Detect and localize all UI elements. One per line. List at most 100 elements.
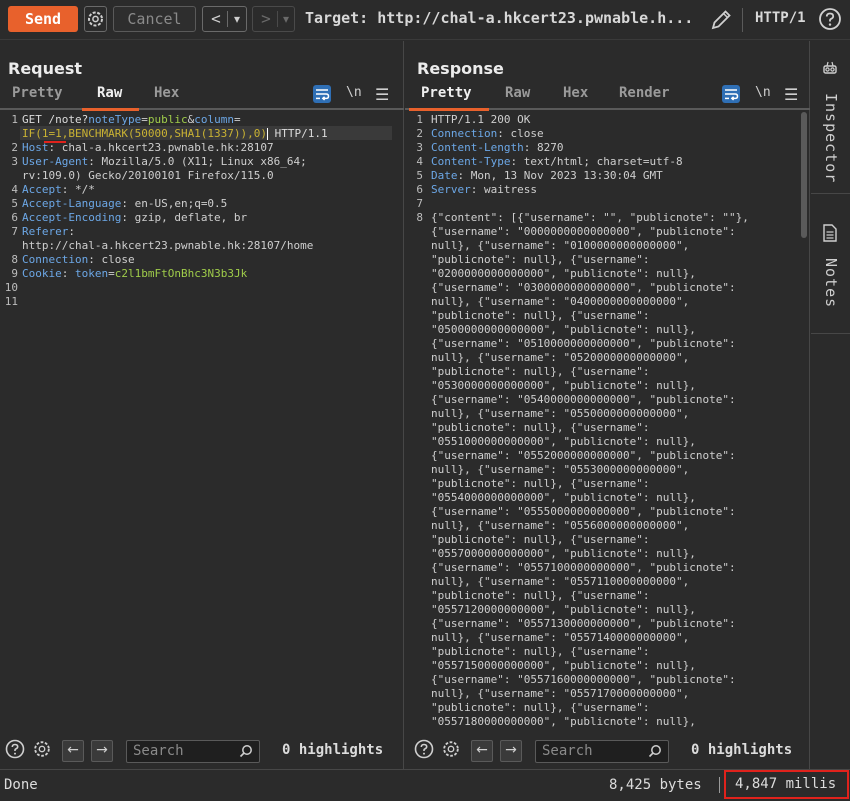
header-line: Accept-Encoding: gzip, deflate, br	[22, 211, 248, 224]
response-body-line: "0554000000000000", "publicnote": null},	[431, 491, 696, 504]
header-line: Connection: close	[22, 253, 135, 266]
header-line: rv:109.0) Gecko/20100101 Firefox/115.0	[22, 169, 274, 182]
inspector-icon	[823, 61, 837, 74]
response-body-line: "publicnote": null}, {"username":	[431, 645, 650, 658]
search-input[interactable]: Search	[535, 740, 669, 763]
search-input[interactable]: Search	[126, 740, 260, 763]
gear-icon[interactable]	[441, 739, 461, 759]
response-body-line: {"username": "0540000000000000", "public…	[431, 393, 736, 406]
right-sidebar: Inspector Notes	[811, 41, 850, 769]
search-icon	[239, 745, 252, 758]
back-arrow: <	[211, 9, 221, 28]
previous-match-button[interactable]: ←	[471, 740, 493, 762]
send-button[interactable]: Send	[8, 6, 78, 32]
response-body-line: "0557120000000000", "publicnote": null},	[431, 603, 696, 616]
back-button[interactable]: < ▾	[202, 6, 247, 32]
header-line: Referer:	[22, 225, 75, 238]
help-icon[interactable]	[5, 739, 25, 759]
word-wrap-toggle[interactable]	[313, 85, 331, 103]
response-body-line: "0530000000000000", "publicnote": null},	[431, 379, 696, 392]
edit-target-button[interactable]	[708, 7, 734, 33]
response-body-line: "0500000000000000", "publicnote": null},	[431, 323, 696, 336]
request-title: Request	[8, 59, 83, 78]
cancel-button[interactable]: Cancel	[113, 6, 196, 32]
next-match-button[interactable]: →	[91, 740, 113, 762]
response-body-line: {"username": "0300000000000000", "public…	[431, 281, 736, 294]
header-line: Host: chal-a.hkcert23.pwnable.hk:28107	[22, 141, 274, 154]
header-line: Server: waitress	[431, 183, 537, 196]
active-tab-indicator	[82, 108, 139, 111]
response-body-line: {"username": "0555000000000000", "public…	[431, 505, 736, 518]
next-match-button[interactable]: →	[500, 740, 522, 762]
inspector-label: Inspector	[822, 93, 840, 184]
gear-icon	[88, 11, 103, 27]
response-body-line: "publicnote": null}, {"username":	[431, 533, 650, 546]
response-body-line: null}, {"username": "0556000000000000",	[431, 519, 690, 532]
divider	[719, 777, 720, 793]
header-line: Date: Mon, 13 Nov 2023 13:30:04 GMT	[431, 169, 663, 182]
request-tabs: Pretty Raw Hex	[0, 85, 404, 109]
help-icon	[819, 8, 841, 30]
inspector-tab[interactable]: Inspector	[811, 41, 850, 194]
help-button[interactable]	[818, 7, 842, 31]
divider	[227, 11, 228, 27]
highlights-count: 0 highlights	[691, 742, 793, 758]
response-body-line: "publicnote": null}, {"username":	[431, 589, 650, 602]
response-title: Response	[417, 59, 504, 78]
newline-toggle[interactable]: \n	[755, 85, 771, 100]
tab-raw[interactable]: Raw	[97, 85, 122, 101]
highlights-count: 0 highlights	[282, 742, 384, 758]
gear-icon[interactable]	[32, 739, 52, 759]
tab-pretty[interactable]: Pretty	[12, 85, 63, 101]
header-line: http://chal-a.hkcert23.pwnable.hk:28107/…	[22, 239, 314, 252]
response-body-line: {"username": "0000000000000000", "public…	[431, 225, 736, 238]
request-code: GET /note?noteType=public&column= IF(1=1,…	[22, 112, 328, 281]
notes-tab[interactable]: Notes	[811, 194, 850, 334]
scrollbar[interactable]	[801, 112, 807, 238]
previous-match-button[interactable]: ←	[62, 740, 84, 762]
toolbar: Send Cancel < ▾ > ▾ Target: http://chal-…	[0, 0, 850, 40]
menu-icon[interactable]: ☰	[784, 85, 798, 104]
tab-render[interactable]: Render	[619, 85, 670, 101]
menu-icon[interactable]: ☰	[375, 85, 389, 104]
status-bar: Done 8,425 bytes 4,847 millis	[0, 769, 850, 801]
response-body-line: {"content": [{"username": "", "publicnot…	[431, 211, 749, 224]
help-icon[interactable]	[414, 739, 434, 759]
request-search-bar: ← → Search 0 highlights	[0, 729, 403, 769]
newline-toggle[interactable]: \n	[346, 85, 362, 100]
wrap-icon	[316, 89, 330, 101]
response-body-line: "0557000000000000", "publicnote": null},	[431, 547, 696, 560]
response-size: 8,425 bytes	[609, 777, 702, 793]
response-body-line: "0557150000000000", "publicnote": null},	[431, 659, 696, 672]
tab-pretty[interactable]: Pretty	[421, 85, 472, 101]
search-icon	[648, 745, 661, 758]
response-body-line: null}, {"username": "0100000000000000",	[431, 239, 690, 252]
arrow-right-icon: →	[96, 742, 108, 758]
response-body-line: null}, {"username": "0557170000000000",	[431, 687, 690, 700]
response-tabs: Pretty Raw Hex Render	[405, 85, 810, 109]
header-line: User-Agent: Mozilla/5.0 (X11; Linux x86_…	[22, 155, 307, 168]
tab-hex[interactable]: Hex	[563, 85, 588, 101]
word-wrap-toggle[interactable]	[722, 85, 740, 103]
injected-column-value: IF(1=1,BENCHMARK(50000,SHA1(1337)),0)	[22, 127, 268, 140]
active-tab-indicator	[409, 108, 489, 111]
back-dropdown-icon[interactable]: ▾	[229, 7, 245, 31]
response-body-line: null}, {"username": "0557110000000000",	[431, 575, 690, 588]
arrow-left-icon: ←	[67, 742, 79, 758]
line-number-gutter: 1 23 45 67 89 10 11	[4, 113, 18, 308]
forward-dropdown-icon[interactable]: ▾	[279, 7, 293, 31]
tab-raw[interactable]: Raw	[505, 85, 530, 101]
request-editor[interactable]: 1 23 45 67 89 10 11 GET /note?noteType=pu…	[0, 112, 403, 729]
settings-button[interactable]	[84, 6, 107, 32]
response-time: 4,847 millis	[724, 770, 849, 799]
pencil-icon	[711, 10, 731, 30]
response-search-bar: ← → Search 0 highlights	[405, 729, 809, 769]
response-body-line: "publicnote": null}, {"username":	[431, 365, 650, 378]
response-editor[interactable]: 12 34 56 78 HTTP/1.1 200 OK Connection: c…	[405, 112, 809, 729]
protocol-selector[interactable]: HTTP/1	[755, 10, 806, 26]
red-annotation-underline	[44, 141, 66, 143]
forward-button[interactable]: > ▾	[252, 6, 295, 32]
tab-hex[interactable]: Hex	[154, 85, 179, 101]
arrow-left-icon: ←	[476, 742, 488, 758]
response-body-line: "publicnote": null}, {"username":	[431, 253, 650, 266]
